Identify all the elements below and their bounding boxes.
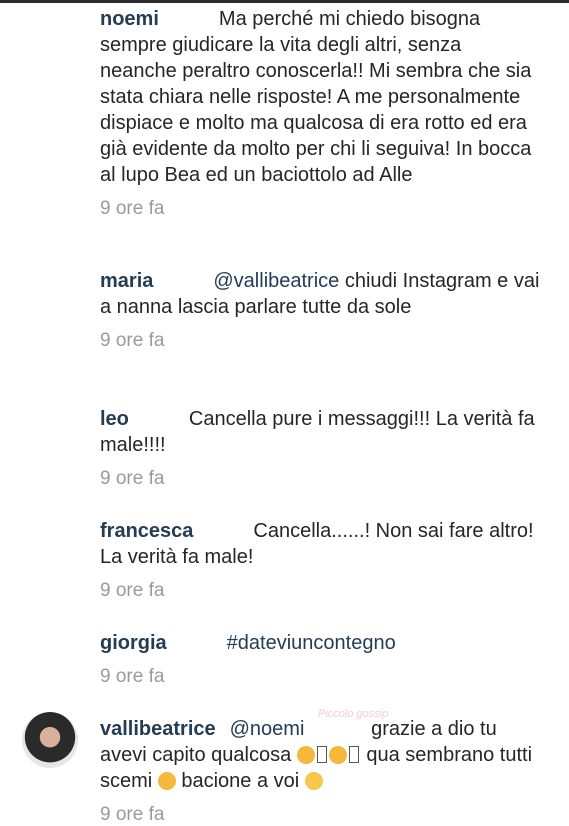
comment-timestamp: 9 ore fa <box>100 804 165 825</box>
face-with-hands-icon <box>328 746 347 764</box>
comment-item: noemi Ma perché mi chiedo bisogna sempre … <box>100 6 540 220</box>
comment-username[interactable]: giorgia <box>100 632 167 654</box>
comment-mention[interactable]: @vallibeatrice <box>213 270 339 292</box>
kissing-face-icon <box>304 772 323 790</box>
comment-text-block: francesca Cancella......! Non sai fare al… <box>100 518 540 570</box>
top-divider <box>0 0 569 3</box>
comment-timestamp: 9 ore fa <box>100 330 165 351</box>
comment-item: francesca Cancella......! Non sai fare al… <box>100 518 540 602</box>
comment-text-block: leo Cancella pure i messaggi!!! La verità… <box>100 406 540 458</box>
comment-timestamp: 9 ore fa <box>100 468 165 489</box>
comment-body: Ma perché mi chiedo bisogna sempre giudi… <box>100 8 532 186</box>
comment-username[interactable]: francesca <box>100 520 193 542</box>
face-with-hands-icon <box>296 746 315 764</box>
comment-body-part: bacione a voi <box>181 770 300 792</box>
missing-glyph-icon <box>316 746 327 763</box>
comment-body: Cancella pure i messaggi!!! La verità fa… <box>100 408 535 456</box>
user-avatar[interactable] <box>22 712 78 768</box>
comment-username[interactable]: vallibeatrice <box>100 718 216 740</box>
comment-item: leo Cancella pure i messaggi!!! La verità… <box>100 406 540 490</box>
comment-timestamp: 9 ore fa <box>100 580 165 601</box>
comment-hashtag[interactable]: #dateviuncontegno <box>227 632 396 654</box>
comment-item: maria @vallibeatrice chiudi Instagram e v… <box>100 268 540 352</box>
comment-username[interactable]: leo <box>100 408 129 430</box>
comment-username[interactable]: maria <box>100 270 153 292</box>
comment-item: vallibeatrice @noemi grazie a dio tu avev… <box>100 716 540 826</box>
comment-timestamp: 9 ore fa <box>100 666 165 687</box>
comment-text-block: maria @vallibeatrice chiudi Instagram e v… <box>100 268 540 320</box>
comment-item: giorgia #dateviuncontegno 9 ore fa <box>100 630 540 688</box>
comment-timestamp: 9 ore fa <box>100 198 165 219</box>
comment-text-block: giorgia #dateviuncontegno <box>100 630 540 656</box>
comment-text-block: vallibeatrice @noemi grazie a dio tu avev… <box>100 716 540 794</box>
unamused-face-icon <box>157 772 176 790</box>
comment-text-block: noemi Ma perché mi chiedo bisogna sempre … <box>100 6 540 188</box>
comment-username[interactable]: noemi <box>100 8 159 30</box>
missing-glyph-icon <box>348 746 359 763</box>
comment-mention[interactable]: @noemi <box>230 718 305 740</box>
